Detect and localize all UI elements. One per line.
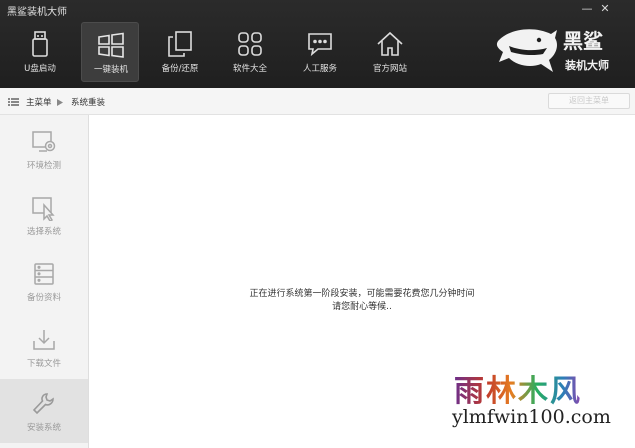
chat-bubble-icon [308, 33, 332, 57]
logo-text-sub: 装机大师 [564, 58, 609, 72]
nav-label: U盘启动 [24, 64, 56, 74]
home-icon [377, 31, 403, 56]
backup-restore-icon [168, 31, 192, 57]
nav-one-click-install[interactable]: 一键装机 [81, 22, 139, 82]
usb-drive-icon [32, 31, 48, 57]
step-select-system: 选择系统 [0, 183, 88, 247]
backup-data-icon [34, 263, 54, 285]
watermark: 雨林木风 ylmfwin100.com [438, 360, 633, 448]
minimize-button[interactable]: — [579, 1, 595, 17]
menu-list-icon [8, 98, 19, 106]
progress-sidebar: 环境检测 选择系统 备份资料 下载文件 安装系统 [0, 115, 89, 448]
watermark-url: ylmfwin100.com [452, 406, 611, 428]
install-status-message: 正在进行系统第一阶段安装，可能需要花费您几分钟时间 [249, 289, 475, 299]
nav-software[interactable]: 软件大全 [221, 22, 279, 82]
title-bar: 黑鲨装机大师 — ✕ [0, 0, 635, 18]
nav-label: 官方网站 [372, 64, 407, 74]
nav-usb-boot[interactable]: U盘启动 [11, 22, 69, 82]
header: 黑鲨装机大师 — ✕ U盘启动 一键装机 备份/还原 软件大全 人工服务 官方网… [0, 0, 635, 88]
step-label: 选择系统 [26, 227, 61, 237]
step-label: 环境检测 [26, 161, 61, 171]
step-environment-check: 环境检测 [0, 117, 88, 181]
back-button-label: 返回主菜单 [569, 96, 609, 105]
step-install-system: 安装系统 [0, 379, 88, 443]
close-button[interactable]: ✕ [597, 1, 613, 17]
install-wrench-icon [32, 393, 54, 415]
step-label: 备份资料 [26, 293, 61, 303]
nav-manual-service[interactable]: 人工服务 [291, 22, 349, 82]
nav-label: 一键装机 [93, 65, 128, 75]
download-icon [33, 330, 55, 350]
nav-backup-restore[interactable]: 备份/还原 [151, 22, 209, 82]
black-shark-logo: 黑鲨 装机大师 [496, 29, 609, 72]
install-wait-message: 请您耐心等候.. [332, 302, 392, 312]
nav-label: 备份/还原 [161, 64, 199, 74]
step-label: 下载文件 [26, 359, 61, 369]
select-system-icon [32, 197, 55, 221]
nav-label: 人工服务 [302, 64, 337, 74]
chevron-right-icon [57, 99, 63, 106]
breadcrumb-current: 系统重装 [71, 98, 106, 108]
app-window: 黑鲨装机大师 — ✕ U盘启动 一键装机 备份/还原 软件大全 人工服务 官方网… [0, 0, 635, 448]
logo-text-main: 黑鲨 [563, 29, 603, 53]
environment-check-icon [32, 131, 56, 152]
back-to-menu-button[interactable]: 返回主菜单 [548, 93, 630, 109]
window-title: 黑鲨装机大师 [7, 7, 67, 18]
watermark-chinese: 雨林木风 [454, 366, 582, 410]
apps-grid-icon [238, 32, 262, 56]
breadcrumb: 主菜单 系统重装 返回主菜单 [0, 88, 635, 115]
nav-official-site[interactable]: 官方网站 [361, 22, 419, 82]
step-label: 安装系统 [26, 423, 61, 433]
windows-icon [98, 32, 124, 58]
step-download-files: 下载文件 [0, 315, 88, 379]
step-backup-data: 备份资料 [0, 249, 88, 313]
breadcrumb-root[interactable]: 主菜单 [26, 96, 52, 108]
nav-label: 软件大全 [232, 64, 267, 74]
